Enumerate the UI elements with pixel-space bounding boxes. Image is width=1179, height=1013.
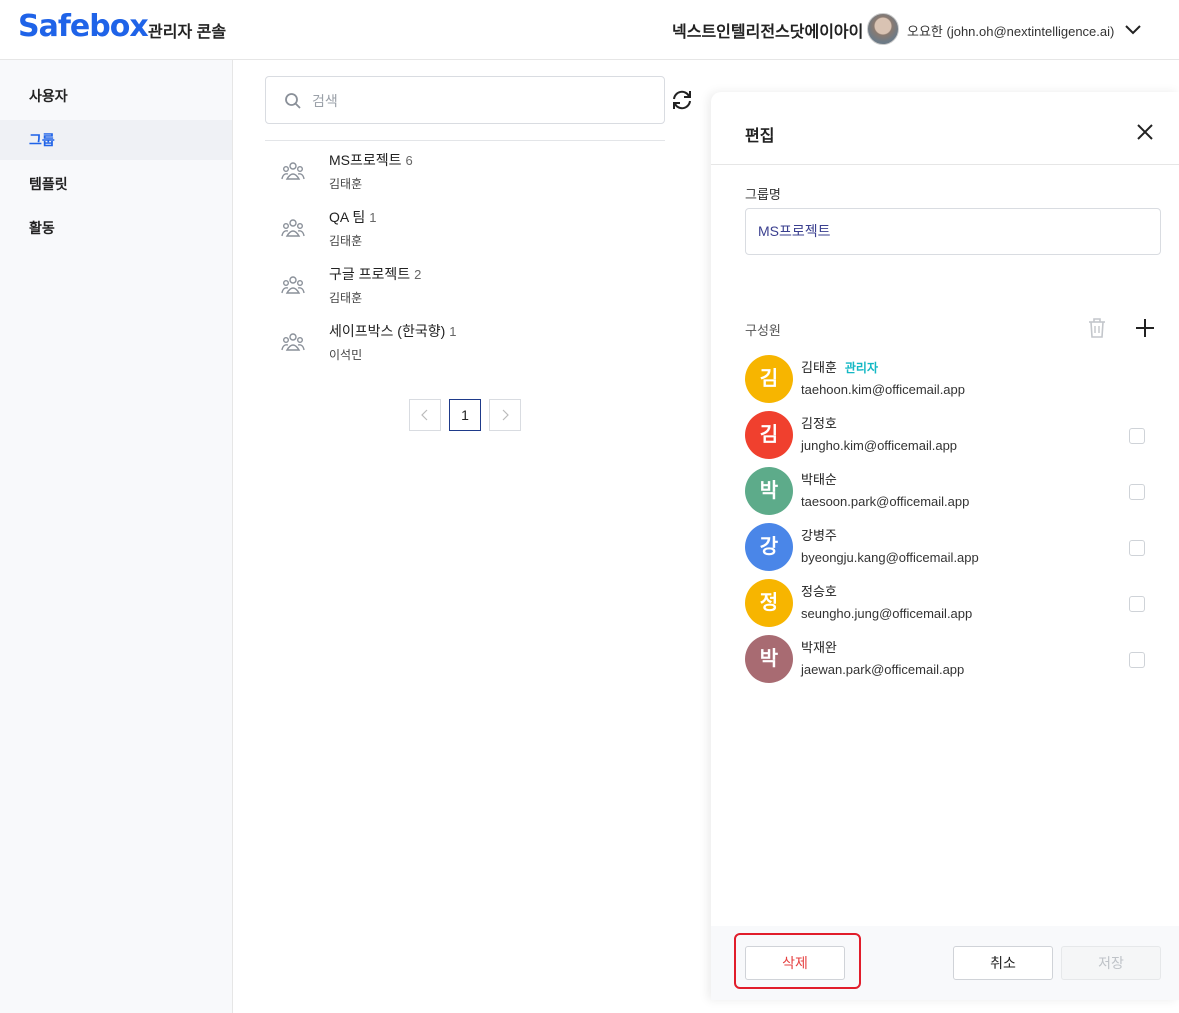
- chevron-left-icon: [421, 409, 428, 421]
- plus-icon[interactable]: [1135, 318, 1155, 338]
- safebox-logo[interactable]: Safebox: [18, 9, 149, 44]
- member-name: 강병주: [801, 528, 837, 543]
- group-row[interactable]: 구글 프로젝트 2 김태훈: [265, 256, 665, 313]
- group-icon: [281, 333, 305, 351]
- group-icon: [281, 219, 305, 237]
- member-email: jaewan.park@officemail.app: [801, 662, 965, 677]
- member-avatar: 박: [745, 467, 793, 515]
- group-name: MS프로젝트 6: [329, 152, 413, 168]
- prev-page-button[interactable]: [409, 399, 441, 431]
- search-icon: [285, 93, 301, 109]
- panel-title: 편집: [745, 128, 775, 145]
- group-member-count: 1: [369, 210, 377, 225]
- member-checkbox[interactable]: [1129, 596, 1145, 612]
- admin-badge: 관리자: [844, 361, 879, 375]
- sidebar: 사용자 그룹 템플릿 활동: [0, 60, 233, 1013]
- members-label: 구성원: [745, 323, 781, 338]
- member-name: 박재완: [801, 640, 837, 655]
- edit-panel: 편집 그룹명 MS프로젝트 구성원 김 김태훈 관리자 taehoon.kim@o…: [711, 92, 1179, 1000]
- close-icon[interactable]: [1135, 122, 1155, 142]
- member-email: byeongju.kang@officemail.app: [801, 550, 979, 565]
- group-row[interactable]: MS프로젝트 6 김태훈: [265, 142, 665, 199]
- search-box: [265, 76, 665, 124]
- group-owner: 이석민: [329, 348, 363, 362]
- group-name: QA 팀1: [329, 209, 377, 225]
- member-avatar: 정: [745, 579, 793, 627]
- group-owner: 김태훈: [329, 291, 363, 305]
- chevron-right-icon: [502, 409, 509, 421]
- group-name-label: 그룹명: [745, 187, 781, 202]
- member-row: 박 박태순 taesoon.park@officemail.app: [745, 467, 1165, 523]
- member-avatar: 김: [745, 355, 793, 403]
- group-member-count: 6: [405, 153, 413, 168]
- list-divider: [265, 140, 665, 141]
- group-member-count: 1: [449, 324, 457, 339]
- group-icon: [281, 162, 305, 180]
- group-name-field[interactable]: MS프로젝트: [745, 208, 1161, 255]
- member-name: 정승호: [801, 584, 837, 599]
- trash-icon[interactable]: [1087, 317, 1107, 339]
- member-row: 정 정승호 seungho.jung@officemail.app: [745, 579, 1165, 635]
- member-row: 박 박재완 jaewan.park@officemail.app: [745, 635, 1165, 691]
- member-name: 박태순: [801, 472, 837, 487]
- refresh-icon[interactable]: [670, 88, 694, 112]
- search-input[interactable]: [312, 90, 642, 112]
- member-email: taesoon.park@officemail.app: [801, 494, 970, 509]
- chevron-down-icon[interactable]: [1123, 19, 1143, 39]
- group-row[interactable]: 세이프박스 (한국향) 1 이석민: [265, 313, 665, 370]
- sidebar-item-templates[interactable]: 템플릿: [0, 164, 232, 204]
- console-title: 관리자 콘솔: [148, 24, 227, 41]
- member-checkbox[interactable]: [1129, 652, 1145, 668]
- group-row[interactable]: QA 팀1 김태훈: [265, 199, 665, 256]
- member-avatar: 김: [745, 411, 793, 459]
- member-checkbox[interactable]: [1129, 428, 1145, 444]
- member-name: 김정호: [801, 416, 837, 431]
- group-name: 세이프박스 (한국향) 1: [329, 323, 457, 339]
- member-email: jungho.kim@officemail.app: [801, 438, 958, 453]
- member-checkbox[interactable]: [1129, 484, 1145, 500]
- member-name: 김태훈 관리자: [801, 360, 879, 375]
- top-header: Safebox 관리자 콘솔 넥스트인텔리전스닷에이아이 오요한 (john.o…: [0, 0, 1179, 60]
- sidebar-item-users[interactable]: 사용자: [0, 76, 232, 116]
- group-owner: 김태훈: [329, 234, 363, 248]
- save-button[interactable]: 저장: [1061, 946, 1161, 980]
- group-owner: 김태훈: [329, 177, 363, 191]
- cancel-button[interactable]: 취소: [953, 946, 1053, 980]
- group-member-count: 2: [414, 267, 422, 282]
- member-row: 김 김태훈 관리자 taehoon.kim@officemail.app: [745, 355, 1165, 411]
- member-email: seungho.jung@officemail.app: [801, 606, 973, 621]
- member-email: taehoon.kim@officemail.app: [801, 382, 965, 397]
- organization-name: 넥스트인텔리전스닷에이아이: [672, 24, 864, 41]
- group-icon: [281, 276, 305, 294]
- delete-button[interactable]: 삭제: [745, 946, 845, 980]
- user-avatar[interactable]: [867, 13, 899, 45]
- group-name: 구글 프로젝트 2: [329, 266, 422, 282]
- member-row: 김 김정호 jungho.kim@officemail.app: [745, 411, 1165, 467]
- user-label[interactable]: 오요한 (john.oh@nextintelligence.ai): [907, 21, 1114, 40]
- next-page-button[interactable]: [489, 399, 521, 431]
- member-avatar: 박: [745, 635, 793, 683]
- sidebar-item-groups[interactable]: 그룹: [0, 120, 232, 160]
- sidebar-item-activity[interactable]: 활동: [0, 208, 232, 248]
- member-row: 강 강병주 byeongju.kang@officemail.app: [745, 523, 1165, 579]
- member-checkbox[interactable]: [1129, 540, 1145, 556]
- page-number-button[interactable]: 1: [449, 399, 481, 431]
- panel-divider: [711, 164, 1179, 165]
- member-avatar: 강: [745, 523, 793, 571]
